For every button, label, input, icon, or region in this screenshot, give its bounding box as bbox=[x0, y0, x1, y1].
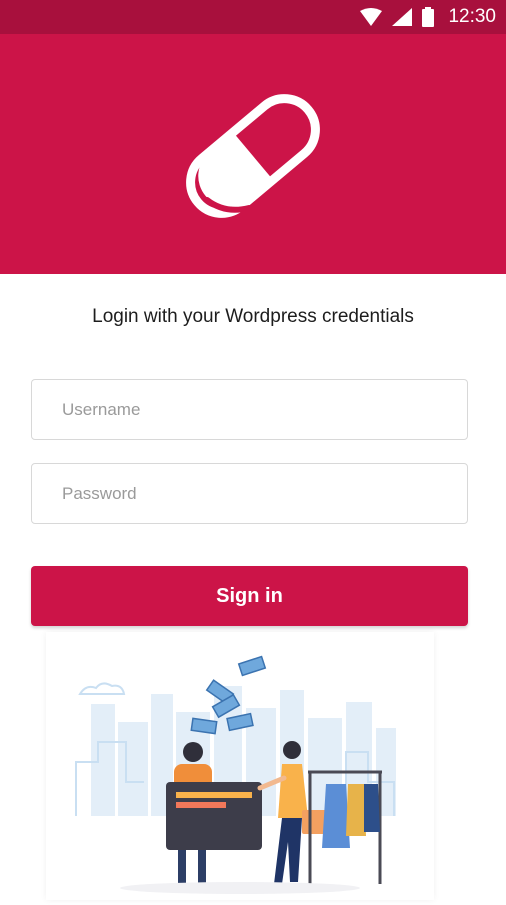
signal-icon bbox=[392, 8, 413, 26]
status-bar: 12:30 bbox=[0, 0, 506, 34]
password-field[interactable] bbox=[31, 463, 468, 524]
login-heading: Login with your Wordpress credentials bbox=[92, 306, 414, 327]
username-input[interactable] bbox=[32, 380, 467, 439]
pill-capsule-icon bbox=[185, 90, 321, 227]
status-time: 12:30 bbox=[448, 6, 496, 27]
shopping-payment-illustration bbox=[75, 655, 396, 894]
app-header bbox=[0, 34, 506, 274]
password-input[interactable] bbox=[32, 464, 467, 523]
username-field[interactable] bbox=[31, 379, 468, 440]
wifi-icon bbox=[360, 8, 383, 26]
sign-in-button[interactable]: Sign in bbox=[31, 566, 468, 626]
illustration-panel bbox=[46, 632, 434, 900]
battery-icon bbox=[422, 7, 435, 27]
